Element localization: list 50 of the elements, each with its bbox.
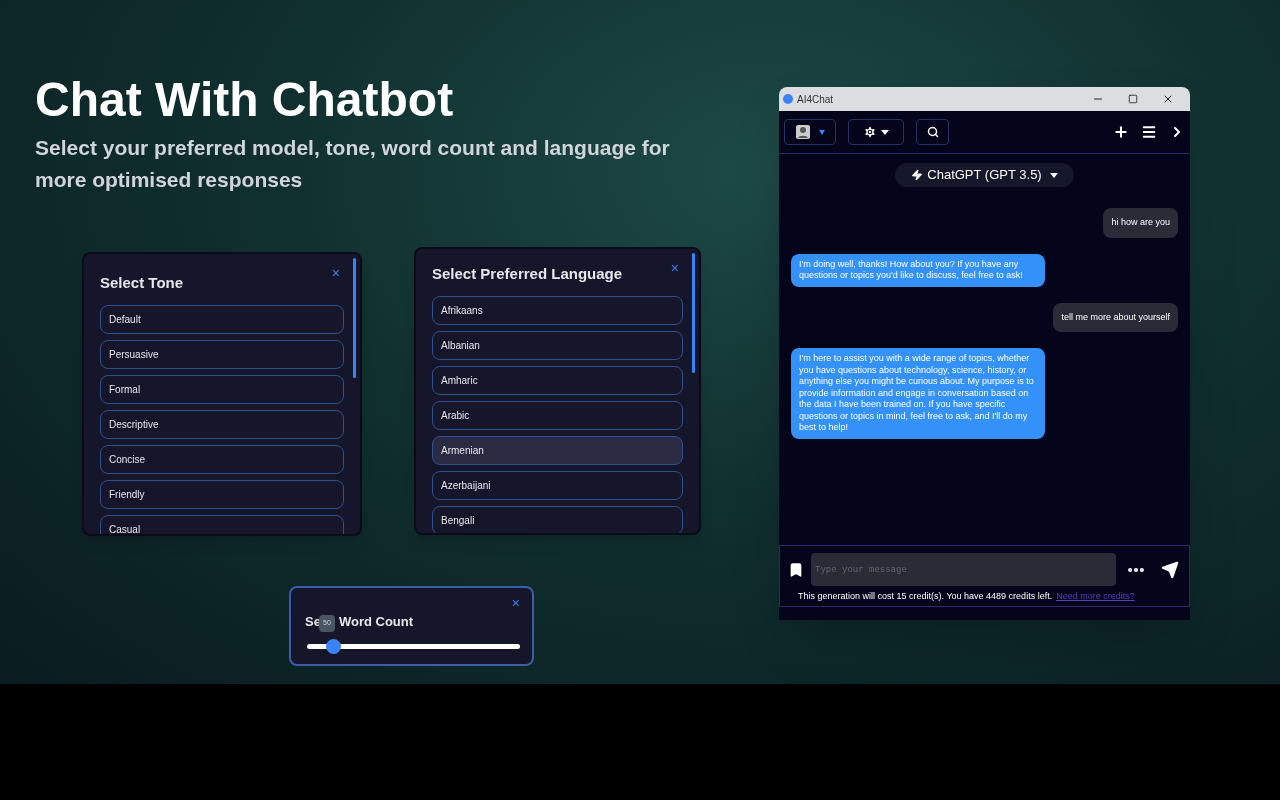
option-item[interactable]: Descriptive [100, 409, 344, 439]
option-item[interactable]: Arabic [432, 400, 683, 430]
option-item[interactable]: Default [100, 304, 344, 334]
search-icon [926, 126, 939, 138]
subtitle: Select your preferred model, tone, word count and language for more optimised responses [35, 135, 671, 193]
caret-icon [819, 129, 825, 135]
new-chat-icon[interactable] [1113, 124, 1129, 140]
scrollbar[interactable] [692, 253, 695, 373]
close-button[interactable]: × [670, 261, 679, 275]
bookmark-icon[interactable] [788, 560, 804, 579]
user-message: hi how are you [1103, 208, 1178, 238]
option-item[interactable]: Concise [100, 444, 344, 474]
user-avatar-icon [795, 124, 811, 140]
option-item[interactable]: Formal [100, 374, 344, 404]
send-icon[interactable] [1161, 560, 1179, 579]
search-button[interactable] [916, 119, 949, 145]
option-item[interactable]: Persuasive [100, 339, 344, 369]
lightning-icon [911, 169, 924, 181]
option-item[interactable]: Armenian [432, 435, 683, 465]
model-selector[interactable]: ChatGPT (GPT 3.5) [895, 163, 1074, 187]
option-item[interactable]: Azerbaijani [432, 470, 683, 500]
close-button[interactable]: × [511, 596, 520, 610]
settings-icon [863, 125, 877, 139]
maximize-icon[interactable] [1128, 94, 1138, 104]
close-icon[interactable] [1162, 93, 1174, 105]
dialog-title: Word Count [338, 613, 414, 631]
caret-icon [1049, 172, 1058, 178]
avatar-menu-button[interactable] [784, 119, 836, 145]
menu-icon[interactable] [1141, 124, 1157, 140]
scrollbar[interactable] [353, 258, 356, 378]
settings-menu-button[interactable] [848, 119, 904, 145]
caret-icon [881, 129, 889, 135]
option-item[interactable]: Amharic [432, 365, 683, 395]
dialog-title: Select Preferred Language [432, 264, 623, 284]
headline: Chat With Chatbot [35, 72, 455, 128]
bot-message: I'm here to assist you with a wide range of topics, whether you have questions about technology, science, history, or anything else you might be curious about. My purpose is to provide information and engage in conversation based on the data I have been trained on. If you have specific questions or topics in mind, feel free to ask, and I'll do my best to help! [791, 348, 1045, 439]
slider-thumb[interactable] [325, 639, 341, 654]
option-item[interactable]: Afrikaans [432, 295, 683, 325]
option-item[interactable]: Bengali [432, 505, 683, 533]
dialog-title: Select Tone [100, 273, 184, 293]
option-item[interactable]: Casual [100, 514, 344, 534]
slider-track[interactable] [307, 639, 520, 654]
credits-info: This generation will cost 15 credit(s). You have 4489 credits left. [798, 590, 1053, 603]
close-button[interactable]: × [331, 266, 340, 280]
option-item[interactable]: Friendly [100, 479, 344, 509]
app-logo-icon [783, 94, 793, 104]
option-item[interactable]: Albanian [432, 330, 683, 360]
bot-message: I'm doing well, thanks! How about you? If you have any questions or topics you'd like to discuss, feel free to ask! [791, 253, 1045, 287]
user-message: tell me more about yourself [1053, 302, 1178, 332]
window-title: AI4Chat [797, 92, 834, 107]
